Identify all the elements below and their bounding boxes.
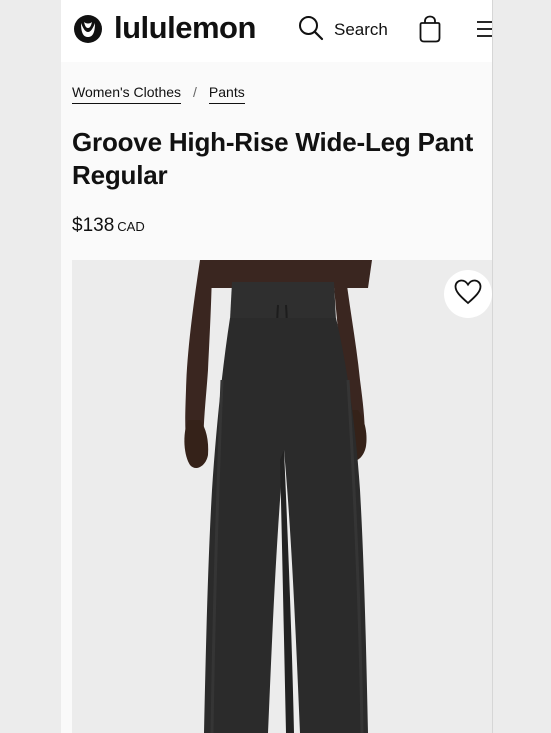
- breadcrumb-pants-link[interactable]: Pants: [208, 84, 245, 104]
- search-icon: [298, 15, 324, 46]
- product-photo-illustration: [72, 260, 492, 733]
- search-button[interactable]: Search: [298, 15, 388, 46]
- lululemon-logo-icon[interactable]: [73, 14, 103, 44]
- search-label: Search: [334, 20, 388, 39]
- brand-wordmark[interactable]: lululemon: [114, 10, 256, 46]
- left-backdrop: [0, 0, 61, 733]
- product-title: Groove High-Rise Wide-Leg Pant Regular: [72, 127, 474, 190]
- price-amount: $138: [72, 215, 115, 236]
- right-backdrop: [492, 0, 551, 733]
- product-image[interactable]: [72, 260, 492, 733]
- mobile-page: lululemon Search Women's Clothes / Pants…: [61, 0, 492, 733]
- price-currency: CAD: [117, 219, 145, 234]
- breadcrumb: Women's Clothes / Pants: [72, 84, 245, 104]
- breadcrumb-separator: /: [193, 84, 197, 100]
- wishlist-button[interactable]: [444, 270, 492, 318]
- shopping-bag-icon[interactable]: [419, 15, 441, 48]
- site-header: lululemon Search: [61, 0, 492, 62]
- breadcrumb-womens-clothes-link[interactable]: Women's Clothes: [72, 84, 182, 104]
- heart-icon: [454, 279, 482, 310]
- product-price: $138 CAD: [72, 215, 145, 237]
- hamburger-menu-icon[interactable]: [477, 20, 492, 43]
